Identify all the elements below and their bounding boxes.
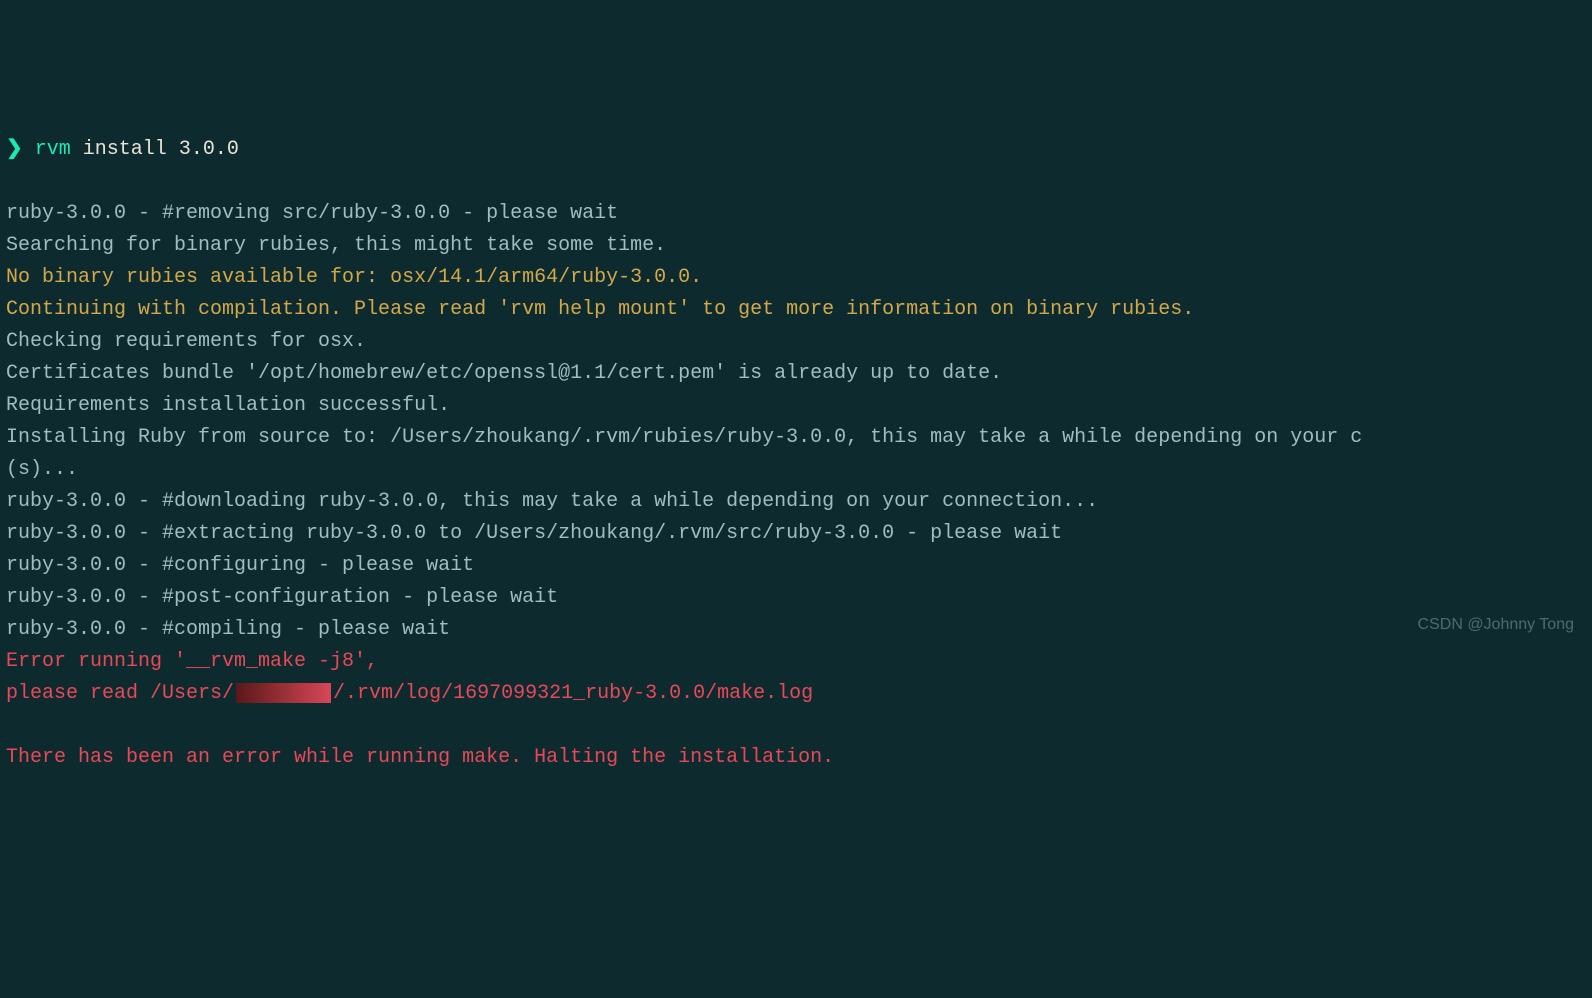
prompt-line: ❯ rvm install 3.0.0 xyxy=(6,134,1586,166)
output-line: ruby-3.0.0 - #extracting ruby-3.0.0 to /… xyxy=(6,522,1062,545)
output-line: Searching for binary rubies, this might … xyxy=(6,234,666,257)
error-text: /.rvm/log/1697099321_ruby-3.0.0/make.log xyxy=(333,682,813,705)
output-line: ruby-3.0.0 - #compiling - please wait xyxy=(6,618,450,641)
output-line: Installing Ruby from source to: /Users/z… xyxy=(6,426,1362,449)
error-text: please read /Users/ xyxy=(6,682,234,705)
output-line: ruby-3.0.0 - #removing src/ruby-3.0.0 - … xyxy=(6,202,618,225)
output-line: (s)... xyxy=(6,458,78,481)
output-error: There has been an error while running ma… xyxy=(6,746,834,769)
redacted-block xyxy=(236,683,331,703)
prompt-char: ❯ xyxy=(6,134,23,166)
output-warning: No binary rubies available for: osx/14.1… xyxy=(6,266,702,289)
output-line: Certificates bundle '/opt/homebrew/etc/o… xyxy=(6,362,1002,385)
command-name: rvm xyxy=(35,134,71,166)
terminal-output[interactable]: ❯ rvm install 3.0.0 ruby-3.0.0 - #removi… xyxy=(6,134,1586,774)
output-line: Requirements installation successful. xyxy=(6,394,450,417)
watermark: CSDN @Johnny Tong xyxy=(1418,612,1574,638)
output-error-line: please read /Users/ /.rvm/log/1697099321_… xyxy=(6,682,813,705)
output-line: Checking requirements for osx. xyxy=(6,330,366,353)
output-warning: Continuing with compilation. Please read… xyxy=(6,298,1194,321)
output-line: ruby-3.0.0 - #downloading ruby-3.0.0, th… xyxy=(6,490,1098,513)
output-line: ruby-3.0.0 - #configuring - please wait xyxy=(6,554,474,577)
output-error: Error running '__rvm_make -j8', xyxy=(6,650,378,673)
output-line: ruby-3.0.0 - #post-configuration - pleas… xyxy=(6,586,558,609)
command-args: install 3.0.0 xyxy=(71,134,239,166)
